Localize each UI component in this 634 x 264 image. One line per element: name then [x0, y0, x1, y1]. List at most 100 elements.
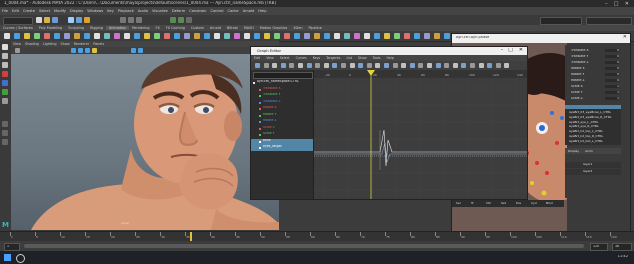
shelf-tool-icon[interactable]	[384, 33, 390, 39]
shelf-tool-icon[interactable]	[104, 33, 110, 39]
shelf-tool-icon[interactable]	[74, 33, 80, 39]
list-item[interactable]: AyaBrt_lid_bot_L_CTRL	[569, 140, 619, 143]
shelf-tool-icon[interactable]	[324, 33, 330, 39]
menu-windows[interactable]: Windows	[85, 9, 105, 13]
outliner-row[interactable]: eyes_target	[251, 145, 313, 151]
shelf-tool-icon[interactable]	[164, 33, 170, 39]
shelf-tool-icon[interactable]	[224, 33, 230, 39]
shelf-tab-1[interactable]: Poly Modeling	[36, 26, 65, 30]
graph-tool-icon[interactable]	[375, 63, 381, 68]
shelf-tool-icon[interactable]	[134, 33, 140, 39]
graph-tool-icon[interactable]	[332, 63, 338, 68]
shelf-tool-icon[interactable]	[24, 33, 30, 39]
shelf-tool-icon[interactable]	[214, 33, 220, 39]
start-icon[interactable]	[4, 254, 11, 261]
channel-value[interactable]: 1	[605, 97, 619, 101]
workspace-dropdown[interactable]	[586, 17, 632, 25]
shelf-tool-icon[interactable]	[434, 33, 440, 39]
graph-tool-icon[interactable]	[418, 63, 424, 68]
graph-tool-icon[interactable]	[495, 63, 501, 68]
channel-value[interactable]: 1	[605, 91, 619, 95]
maximize-icon[interactable]: □	[508, 48, 513, 53]
list-item[interactable]: AyaBrt_eye_R_CTRL	[569, 125, 619, 128]
shelf-tab-12[interactable]: Motion Graphics	[257, 26, 291, 30]
ge-menu-list[interactable]: List	[343, 56, 355, 60]
range-end-field[interactable]: 120	[590, 243, 608, 251]
viewport-menu-panels[interactable]: Panels	[91, 42, 106, 46]
graph-tool-icon[interactable]	[263, 63, 269, 68]
graph-tool-icon[interactable]	[349, 63, 355, 68]
outliner-row[interactable]: blink	[251, 138, 313, 145]
range-start-field[interactable]: 1	[4, 243, 20, 251]
viewport-menu-shading[interactable]: Shading	[23, 42, 41, 46]
shelf-tool-icon[interactable]	[14, 33, 20, 39]
picker-tab[interactable]: Set	[501, 202, 506, 205]
shelf-tool-icon[interactable]	[204, 33, 210, 39]
wireframe-icon[interactable]	[71, 48, 76, 53]
shelf-tool-icon[interactable]	[114, 33, 120, 39]
shelf-tool-icon[interactable]	[294, 33, 300, 39]
menu-edit[interactable]: Edit	[10, 9, 21, 13]
rotate-tool-icon[interactable]	[2, 80, 8, 86]
3d-viewport[interactable]: persp	[11, 54, 279, 230]
shelf-tool-icon[interactable]	[274, 33, 280, 39]
new-scene-icon[interactable]	[36, 17, 42, 23]
shelf-tool-icon[interactable]	[364, 33, 370, 39]
graph-tool-icon[interactable]	[427, 63, 432, 68]
shelf-tool-icon[interactable]	[54, 33, 60, 39]
shelf-tool-icon[interactable]	[394, 33, 400, 39]
channel-value[interactable]: 0	[605, 61, 619, 65]
list-item[interactable]: AyaBrt_eye_L_CTRL	[569, 121, 619, 124]
shelf-tab-5[interactable]: Rendering	[129, 26, 152, 30]
outliner-row[interactable]: Translate Z	[251, 100, 313, 106]
tab-anim[interactable]: Anim	[582, 148, 596, 154]
close-button[interactable]: ✕	[625, 1, 629, 7]
ge-menu-curves[interactable]: Curves	[293, 56, 310, 60]
ge-menu-select[interactable]: Select	[277, 56, 293, 60]
list-item[interactable]: AyaBrt_03_eyeBrow_R_CTRL	[569, 116, 619, 119]
list-item[interactable]: AyaBrt_lid_top_R_CTRL	[569, 135, 619, 138]
select-component-icon[interactable]	[84, 17, 90, 23]
minimize-button[interactable]: –	[605, 1, 608, 7]
graph-tool-icon[interactable]	[323, 63, 329, 68]
picker-tab[interactable]: Blnd	[546, 202, 553, 205]
render-settings-icon[interactable]	[186, 17, 192, 23]
shelf-tab-14[interactable]: Pipeline	[306, 26, 325, 30]
shelf-tool-icon[interactable]	[234, 33, 240, 39]
shelf-tool-icon[interactable]	[314, 33, 320, 39]
menu-modify[interactable]: Modify	[52, 9, 68, 13]
shelf-tool-icon[interactable]	[44, 33, 50, 39]
shelf-tool-icon[interactable]	[174, 33, 180, 39]
reference-window-close-icon[interactable]: ✕	[623, 35, 627, 40]
outliner-row[interactable]: Rotate Y	[251, 113, 313, 119]
outliner-row[interactable]: Translate Y	[251, 93, 313, 99]
graph-tool-icon[interactable]	[289, 63, 295, 68]
outliner-row[interactable]: Ayn:ctrl_nameSpace:CTRL	[251, 80, 313, 86]
graph-tool-icon[interactable]	[298, 63, 303, 68]
textured-icon[interactable]	[85, 48, 90, 53]
shelf-tab-4[interactable]: Animation	[105, 26, 130, 30]
menu-audio[interactable]: Audio	[136, 9, 150, 13]
viewport-menu-view[interactable]: View	[11, 42, 23, 46]
anim-curve[interactable]	[314, 129, 527, 167]
ge-menu-view[interactable]: View	[263, 56, 277, 60]
graph-tool-icon[interactable]	[392, 63, 398, 68]
menu-control[interactable]: Control	[208, 9, 225, 13]
shelf-tab-10[interactable]: Bifrost	[224, 26, 241, 30]
shelf-tab-11[interactable]: MASH	[241, 26, 257, 30]
xray-icon[interactable]	[138, 48, 143, 53]
shelf-tool-icon[interactable]	[264, 33, 270, 39]
list-item[interactable]: AyaBrt_lid_top_L_CTRL	[569, 130, 619, 133]
outliner-row[interactable]: Scale X	[251, 126, 313, 132]
graph-tool-icon[interactable]	[461, 63, 467, 68]
shelf-tool-icon[interactable]	[184, 33, 190, 39]
graph-tool-icon[interactable]	[504, 63, 510, 68]
graph-tool-icon[interactable]	[358, 63, 364, 68]
shelf-tool-icon[interactable]	[424, 33, 430, 39]
open-scene-icon[interactable]	[44, 17, 50, 23]
shelf-tool-icon[interactable]	[304, 33, 310, 39]
shelf-tool-icon[interactable]	[354, 33, 360, 39]
menu-playback[interactable]: Playback	[116, 9, 136, 13]
channel-value[interactable]: 0	[605, 55, 619, 59]
graph-tool-icon[interactable]	[401, 63, 407, 68]
